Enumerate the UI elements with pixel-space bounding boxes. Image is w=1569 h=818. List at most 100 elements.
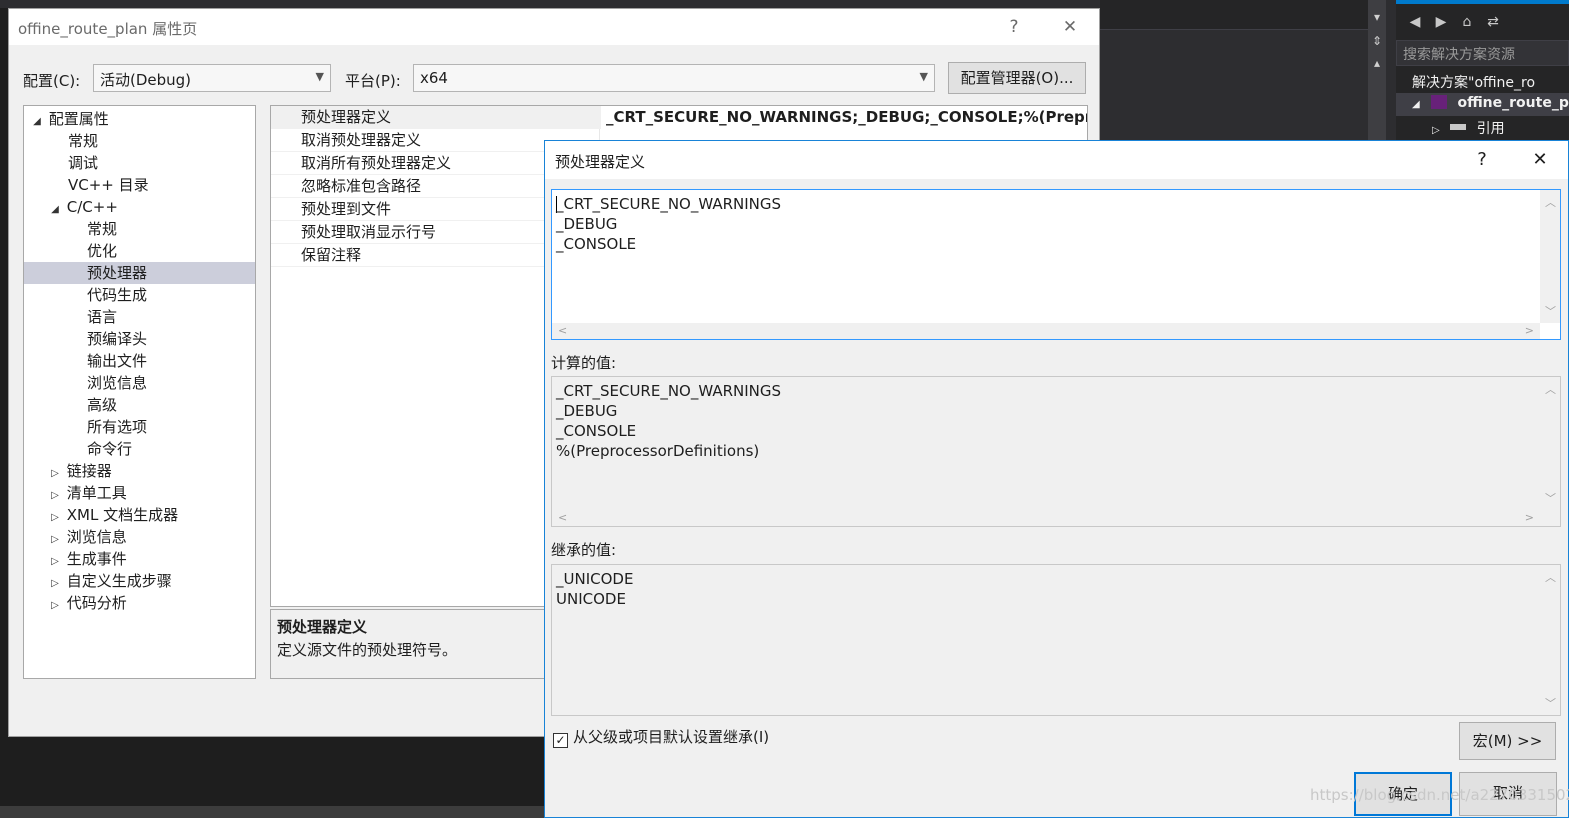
evaluated-label: 计算的值: xyxy=(551,354,617,372)
tree-item-label: 链接器 xyxy=(66,462,112,480)
close-button[interactable]: ✕ xyxy=(1047,13,1093,41)
forward-icon[interactable]: ▶ xyxy=(1432,14,1450,30)
definitions-vscroll[interactable]: ︿ ﹀ xyxy=(1540,190,1560,323)
tree-item-cpp-general[interactable]: 常规 xyxy=(24,218,255,240)
dialog-help-button[interactable]: ? xyxy=(1459,146,1505,174)
help-button[interactable]: ? xyxy=(991,13,1037,41)
tree-item-label: 配置属性 xyxy=(48,110,109,128)
inherited-label: 继承的值: xyxy=(551,541,617,559)
scroll-down-icon[interactable]: ﹀ xyxy=(1545,695,1556,711)
tree-item-language[interactable]: 语言 xyxy=(24,306,255,328)
tree-item-label: 代码生成 xyxy=(87,286,148,304)
tree-item-xml-doc-gen[interactable]: ▷ XML 文档生成器 xyxy=(24,504,255,526)
tree-item-label: 清单工具 xyxy=(66,484,127,502)
tree-item-precompiled-headers[interactable]: 预编译头 xyxy=(24,328,255,350)
tree-item-code-analysis[interactable]: ▷ 代码分析 xyxy=(24,592,255,614)
tree-item-output-files[interactable]: 输出文件 xyxy=(24,350,255,372)
tree-item-label: 调试 xyxy=(68,154,99,172)
tree-item-debugging[interactable]: 调试 xyxy=(24,152,255,174)
tree-item-custom-build-step[interactable]: ▷ 自定义生成步骤 xyxy=(24,570,255,592)
collapsed-icon[interactable]: ▷ xyxy=(48,595,62,617)
configuration-row: 配置(C): 活动(Debug) ▼ 平台(P): x64 ▼ 配置管理器(O)… xyxy=(9,61,1099,95)
ide-editor-scrollbar[interactable]: ▾ ⇕ ▴ xyxy=(1368,0,1386,140)
tree-item-code-generation[interactable]: 代码生成 xyxy=(24,284,255,306)
scroll-down-icon[interactable]: ﹀ xyxy=(1545,303,1556,319)
preprocessor-definitions-dialog: 预处理器定义 ? ✕ _CRT_SECURE_NO_WARNINGS _DEBU… xyxy=(544,140,1569,818)
tree-item-label: 代码分析 xyxy=(66,594,127,612)
tree-item-label: 浏览信息 xyxy=(66,528,127,546)
tree-item-config-properties[interactable]: ◢ 配置属性 xyxy=(24,108,255,130)
home-icon[interactable]: ⌂ xyxy=(1458,14,1476,30)
tree-item-advanced[interactable]: 高级 xyxy=(24,394,255,416)
tree-item-optimization[interactable]: 优化 xyxy=(24,240,255,262)
config-manager-button[interactable]: 配置管理器(O)... xyxy=(948,62,1086,94)
tree-item-label: C/C++ xyxy=(66,198,118,216)
tree-item-label: 浏览信息 xyxy=(87,374,148,392)
tree-item-command-line[interactable]: 命令行 xyxy=(24,438,255,460)
tree-item-linker[interactable]: ▷ 链接器 xyxy=(24,460,255,482)
solution-node[interactable]: 解决方案"offine_ro xyxy=(1396,70,1569,93)
tree-item-general[interactable]: 常规 xyxy=(24,130,255,152)
platform-label: 平台(P): xyxy=(345,72,401,90)
scroll-right-icon[interactable]: > xyxy=(1525,511,1534,524)
grid-row-value[interactable]: _CRT_SECURE_NO_WARNINGS;_DEBUG;_CONSOLE;… xyxy=(606,106,1087,129)
ide-status-bar xyxy=(0,806,545,818)
inherit-checkbox-label[interactable]: 从父级或项目默认设置继承(I) xyxy=(573,728,769,746)
references-node[interactable]: ▷ 引用 xyxy=(1396,116,1569,139)
tree-item-all-options[interactable]: 所有选项 xyxy=(24,416,255,438)
inherit-checkbox-row[interactable]: ✓ 从父级或项目默认设置继承(I) xyxy=(553,727,769,748)
inherited-vscroll[interactable]: ︿ ﹀ xyxy=(1540,565,1560,715)
references-label: 引用 xyxy=(1476,121,1505,137)
back-icon[interactable]: ◀ xyxy=(1406,14,1424,30)
tree-item-vc-dirs[interactable]: VC++ 目录 xyxy=(24,174,255,196)
scroll-up-icon[interactable]: ︿ xyxy=(1545,194,1556,210)
scroll-up-arrow-icon[interactable]: ▴ xyxy=(1368,56,1386,70)
tree-item-label: 输出文件 xyxy=(87,352,148,370)
scroll-left-icon[interactable]: < xyxy=(558,511,567,524)
sync-icon[interactable]: ⇄ xyxy=(1484,14,1502,30)
evaluated-hscroll[interactable]: < > xyxy=(552,510,1540,526)
solution-explorer: ◀ ▶ ⌂ ⇄ 搜索解决方案资源 解决方案"offine_ro ◢ offine… xyxy=(1396,0,1569,140)
tree-item-browse-info[interactable]: 浏览信息 xyxy=(24,372,255,394)
platform-value: x64 xyxy=(420,69,448,87)
grid-row-preprocessor-definitions[interactable]: 预处理器定义 _CRT_SECURE_NO_WARNINGS;_DEBUG;_C… xyxy=(271,106,1087,129)
scroll-down-icon[interactable]: ﹀ xyxy=(1545,490,1556,506)
inherited-textarea[interactable]: _UNICODE UNICODE ︿ ﹀ xyxy=(551,564,1561,716)
macros-button[interactable]: 宏(M) >> xyxy=(1459,722,1556,760)
scroll-left-icon[interactable]: < xyxy=(558,324,567,337)
tree-item-label: 所有选项 xyxy=(87,418,148,436)
expanded-icon[interactable]: ◢ xyxy=(1412,99,1420,110)
split-icon[interactable]: ⇕ xyxy=(1368,34,1386,48)
tree-item-label: 命令行 xyxy=(87,440,133,458)
definitions-hscroll[interactable]: < > xyxy=(552,323,1540,339)
platform-select[interactable]: x64 ▼ xyxy=(413,64,935,92)
tree-item-preprocessor[interactable]: 预处理器 xyxy=(24,262,255,284)
config-value: 活动(Debug) xyxy=(100,71,192,89)
project-node[interactable]: ◢ offine_route_p xyxy=(1396,93,1569,116)
tree-item-cpp[interactable]: ◢ C/C++ xyxy=(24,196,255,218)
tree-item-build-events[interactable]: ▷ 生成事件 xyxy=(24,548,255,570)
grid-row-name: 预处理到文件 xyxy=(301,200,392,218)
collapsed-icon[interactable]: ▷ xyxy=(1432,125,1440,136)
scroll-up-icon[interactable]: ▾ xyxy=(1368,10,1386,24)
tree-item-browse-information[interactable]: ▷ 浏览信息 xyxy=(24,526,255,548)
definitions-text[interactable]: _CRT_SECURE_NO_WARNINGS _DEBUG _CONSOLE xyxy=(556,194,781,254)
definitions-textarea[interactable]: _CRT_SECURE_NO_WARNINGS _DEBUG _CONSOLE … xyxy=(551,189,1561,340)
tree-item-label: 语言 xyxy=(87,308,118,326)
solution-search-input[interactable]: 搜索解决方案资源 xyxy=(1396,40,1569,66)
inherit-checkbox[interactable]: ✓ xyxy=(553,733,568,748)
scroll-up-icon[interactable]: ︿ xyxy=(1545,569,1556,585)
config-label: 配置(C): xyxy=(23,72,81,90)
tree-item-label: VC++ 目录 xyxy=(68,176,149,194)
config-select[interactable]: 活动(Debug) ▼ xyxy=(93,64,331,92)
inherited-text: _UNICODE UNICODE xyxy=(556,570,634,608)
tree-item-label: 高级 xyxy=(87,396,118,414)
evaluated-textarea[interactable]: _CRT_SECURE_NO_WARNINGS _DEBUG _CONSOLE … xyxy=(551,376,1561,527)
tree-item-manifest-tool[interactable]: ▷ 清单工具 xyxy=(24,482,255,504)
scroll-up-icon[interactable]: ︿ xyxy=(1545,381,1556,397)
scroll-right-icon[interactable]: > xyxy=(1525,324,1534,337)
chevron-down-icon: ▼ xyxy=(315,70,324,83)
evaluated-vscroll[interactable]: ︿ ﹀ xyxy=(1540,377,1560,510)
dialog-close-button[interactable]: ✕ xyxy=(1517,146,1563,174)
tree-item-label: 自定义生成步骤 xyxy=(66,572,172,590)
